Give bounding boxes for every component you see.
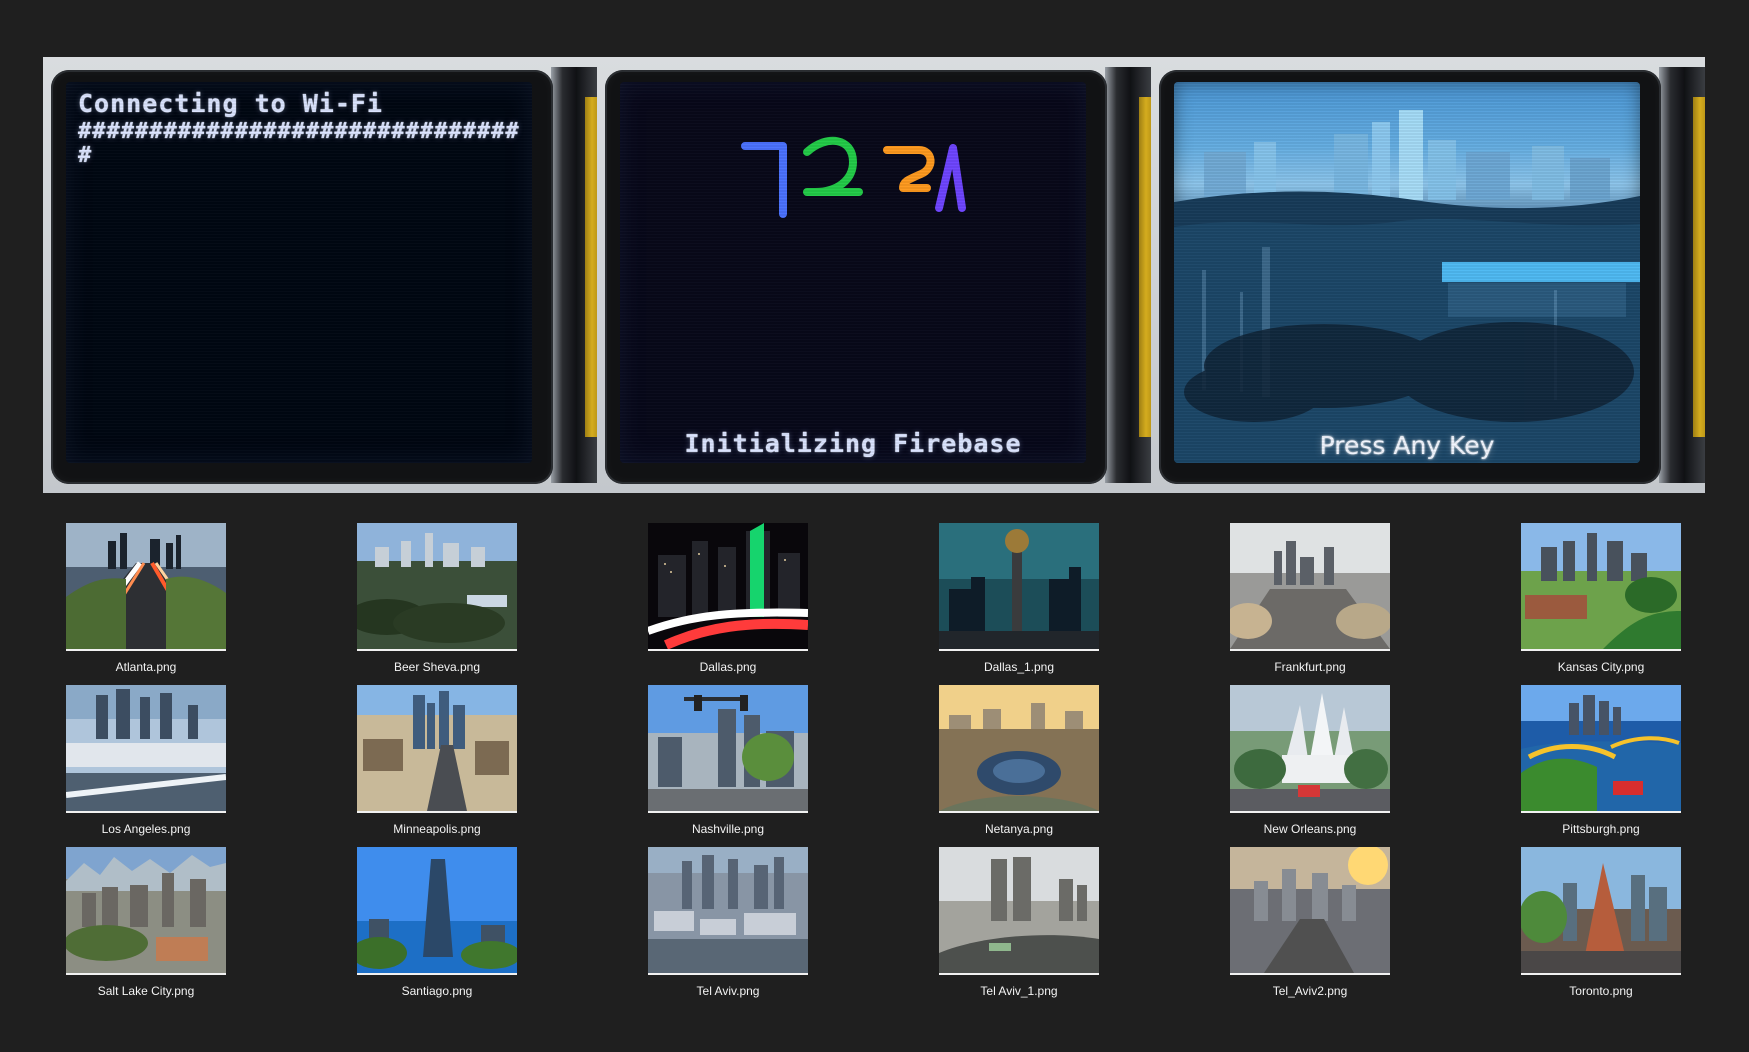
beer-sheva-thumbnail-icon — [357, 523, 517, 649]
thumbnail-item[interactable]: Salt Lake City.png — [66, 847, 226, 998]
thumbnail-image[interactable] — [1230, 523, 1390, 651]
thumbnail-image[interactable] — [1521, 685, 1681, 813]
thumbnail-image[interactable] — [939, 523, 1099, 651]
thumbnail-item[interactable]: Dallas.png — [648, 523, 808, 674]
wifi-progress-text: ################################ — [78, 119, 520, 168]
thumbnail-label: Netanya.png — [984, 822, 1054, 836]
salt-lake-city-thumbnail-icon — [66, 847, 226, 973]
thumbnail-image[interactable] — [357, 847, 517, 975]
thumbnail-image[interactable] — [66, 847, 226, 975]
dallas-thumbnail-icon — [648, 523, 808, 649]
thumbnail-label: Salt Lake City.png — [97, 984, 195, 998]
pittsburgh-thumbnail-icon — [1521, 685, 1681, 811]
thumbnail-item[interactable]: Los Angeles.png — [66, 685, 226, 836]
thumbnail-item[interactable]: Pittsburgh.png — [1521, 685, 1681, 836]
toronto-thumbnail-icon — [1521, 847, 1681, 973]
thumbnail-image[interactable] — [648, 847, 808, 975]
tel-aviv-2-thumbnail-icon — [1230, 847, 1390, 973]
hebrew-logo-icon — [741, 136, 966, 218]
firebase-display: Initializing Firebase — [620, 82, 1086, 463]
thumbnail-image[interactable] — [1230, 685, 1390, 813]
thumbnail-label: Nashville.png — [691, 822, 765, 836]
wifi-status-title: Connecting to Wi-Fi — [78, 89, 383, 118]
tel-aviv-thumbnail-icon — [648, 847, 808, 973]
tel-aviv-1-thumbnail-icon — [939, 847, 1099, 973]
thumbnail-label: Los Angeles.png — [101, 822, 191, 836]
frankfurt-thumbnail-icon — [1230, 523, 1390, 649]
thumbnail-label: Toronto.png — [1569, 984, 1633, 998]
thumbnail-label: Tel_Aviv2.png — [1272, 984, 1348, 998]
thumbnail-label: Tel Aviv.png — [696, 984, 760, 998]
thumbnail-image[interactable] — [1521, 847, 1681, 975]
thumbnail-image[interactable] — [648, 523, 808, 651]
thumbnail-item[interactable]: Netanya.png — [939, 685, 1099, 836]
nashville-thumbnail-icon — [648, 685, 808, 811]
thumbnail-item[interactable]: Minneapolis.png — [357, 685, 517, 836]
press-any-key-label: Press Any Key — [1319, 431, 1495, 460]
thumbnail-image[interactable] — [66, 685, 226, 813]
thumbnail-item[interactable]: Frankfurt.png — [1230, 523, 1390, 674]
thumbnail-label: Kansas City.png — [1557, 660, 1645, 674]
thumbnail-label: Pittsburgh.png — [1562, 822, 1640, 836]
thumbnail-label: Dallas_1.png — [983, 660, 1055, 674]
thumbnail-item[interactable]: Nashville.png — [648, 685, 808, 836]
thumbnail-item[interactable]: Kansas City.png — [1521, 523, 1681, 674]
thumbnail-label: Minneapolis.png — [393, 822, 481, 836]
minneapolis-thumbnail-icon — [357, 685, 517, 811]
kansas-city-thumbnail-icon — [1521, 523, 1681, 649]
thumbnail-image[interactable] — [66, 523, 226, 651]
thumbnail-image[interactable] — [939, 847, 1099, 975]
netanya-thumbnail-icon — [939, 685, 1099, 811]
santiago-thumbnail-icon — [357, 847, 517, 973]
thumbnail-item[interactable]: Dallas_1.png — [939, 523, 1099, 674]
thumbnail-image[interactable] — [648, 685, 808, 813]
thumbnail-item[interactable]: Santiago.png — [357, 847, 517, 998]
thumbnail-item[interactable]: Tel_Aviv2.png — [1230, 847, 1390, 998]
thumbnail-image[interactable] — [1230, 847, 1390, 975]
firebase-device-photo[interactable]: Initializing Firebase — [597, 57, 1151, 493]
ready-device-photo[interactable]: Press Any Key — [1151, 57, 1705, 493]
gallery-screen: Connecting to Wi-Fi ####################… — [0, 0, 1749, 1052]
device-side-rail — [1659, 67, 1705, 483]
thumbnail-label: New Orleans.png — [1263, 822, 1357, 836]
thumbnail-item[interactable]: Beer Sheva.png — [357, 523, 517, 674]
thumbnail-grid: Atlanta.png Beer Sheva.png Dallas.png Da… — [66, 523, 1682, 1006]
los-angeles-thumbnail-icon — [66, 685, 226, 811]
thumbnail-label: Beer Sheva.png — [393, 660, 481, 674]
thumbnail-label: Dallas.png — [699, 660, 757, 674]
thumbnail-item[interactable]: Atlanta.png — [66, 523, 226, 674]
thumbnail-item[interactable]: Tel Aviv_1.png — [939, 847, 1099, 998]
atlanta-thumbnail-icon — [66, 523, 226, 649]
device-side-rail — [1105, 67, 1151, 483]
thumbnail-label: Tel Aviv_1.png — [980, 984, 1058, 998]
city-skyline-image — [1174, 110, 1640, 463]
thumbnail-label: Santiago.png — [401, 984, 473, 998]
new-orleans-thumbnail-icon — [1230, 685, 1390, 811]
device-side-rail — [551, 67, 597, 483]
thumbnail-image[interactable] — [357, 685, 517, 813]
dallas-1-thumbnail-icon — [939, 523, 1099, 649]
thumbnail-image[interactable] — [357, 523, 517, 651]
thumbnail-label: Atlanta.png — [115, 660, 177, 674]
wifi-device-photo[interactable]: Connecting to Wi-Fi ####################… — [43, 57, 597, 493]
wifi-display: Connecting to Wi-Fi ####################… — [66, 82, 532, 463]
thumbnail-image[interactable] — [939, 685, 1099, 813]
thumbnail-label: Frankfurt.png — [1274, 660, 1346, 674]
thumbnail-item[interactable]: New Orleans.png — [1230, 685, 1390, 836]
thumbnail-item[interactable]: Toronto.png — [1521, 847, 1681, 998]
device-photo-strip: Connecting to Wi-Fi ####################… — [43, 57, 1705, 493]
thumbnail-item[interactable]: Tel Aviv.png — [648, 847, 808, 998]
city-display: Press Any Key — [1174, 82, 1640, 463]
thumbnail-image[interactable] — [1521, 523, 1681, 651]
firebase-status-label: Initializing Firebase — [684, 429, 1022, 458]
